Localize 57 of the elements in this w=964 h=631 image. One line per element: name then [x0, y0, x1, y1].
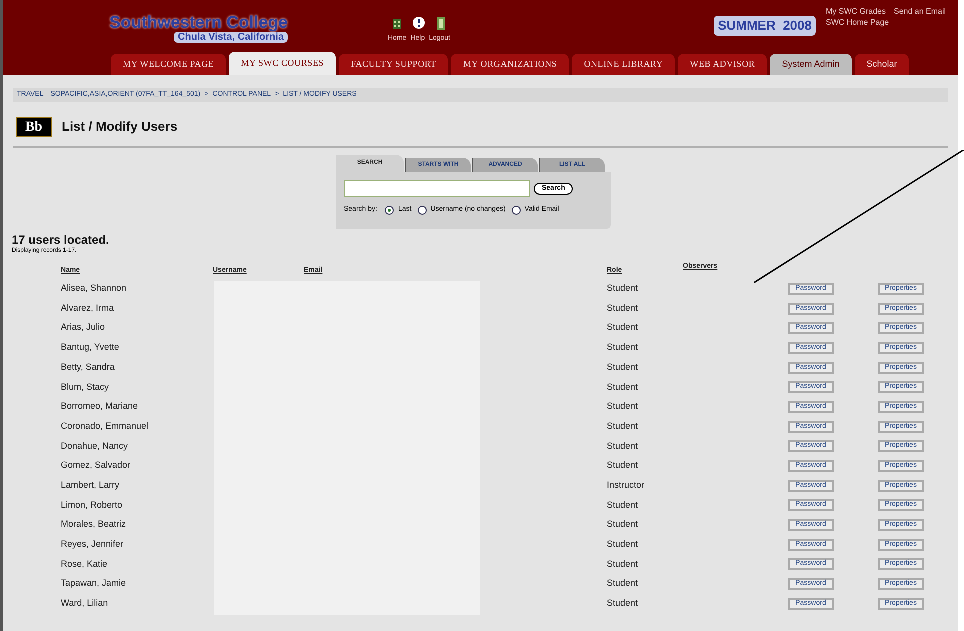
nav-tab[interactable]: Scholar: [854, 54, 910, 75]
table-cell-text: Rose, Katie: [61, 558, 109, 571]
table-cell-text: Morales, Beatriz: [61, 518, 128, 532]
nav-tab[interactable]: MY SWC COURSES: [229, 52, 336, 75]
table-cell-text: Arias, Julio: [61, 321, 106, 334]
nav-tab[interactable]: MY WELCOME PAGE: [111, 54, 226, 75]
table-cell-text: Ward, Lilian: [61, 597, 110, 610]
nav-tab[interactable]: FACULTY SUPPORT: [339, 54, 448, 75]
table-cell-text: Borromeo, Mariane: [61, 400, 140, 414]
table-cell-text: Gomez, Salvador: [61, 459, 132, 472]
table-cell-text: Student: [607, 400, 640, 414]
table-cell-text: Student: [607, 341, 640, 354]
table-cell-text: Lambert, Larry: [61, 478, 121, 492]
page-title: List / Modify Users: [62, 118, 178, 136]
table-cell-text: Betty, Sandra: [61, 360, 116, 374]
table-cell-text: Student: [607, 321, 640, 334]
table-cell-text: Reyes, Jennifer: [61, 538, 125, 552]
table-cell-text: Donahue, Nancy: [61, 440, 130, 453]
table-cell-text: Limon, Roberto: [61, 498, 124, 512]
nav-tab[interactable]: MY ORGANIZATIONS: [451, 54, 570, 75]
term-label: SUMMER 2008: [714, 16, 816, 36]
radio-button[interactable]: [512, 206, 521, 215]
table-cell-text: Alisea, Shannon: [61, 282, 128, 296]
table-cell-text: Student: [607, 518, 640, 532]
help-icon[interactable]: [413, 17, 426, 29]
college-location: Chula Vista, California: [174, 32, 288, 43]
radio-button[interactable]: [418, 206, 427, 215]
table-cell-text: Student: [607, 282, 640, 296]
table-cell-text: Student: [607, 538, 640, 552]
header-link[interactable]: Send an Email: [894, 6, 946, 17]
nav-tab[interactable]: WEB ADVISOR: [678, 54, 768, 75]
table-cell-text: Alvarez, Irma: [61, 302, 116, 315]
table-cell-text: Tapawan, Jamie: [61, 577, 128, 590]
table-cell-text: Student: [607, 459, 640, 472]
table-cell-text: Student: [607, 597, 640, 610]
table-cell-text: Student: [607, 577, 640, 590]
nav-tab[interactable]: System Admin: [770, 54, 852, 75]
blackboard-logo: Bb: [16, 117, 52, 137]
header-link[interactable]: My SWC Grades: [826, 6, 886, 17]
table-cell-text: Student: [607, 360, 640, 374]
table-cell-text: Student: [607, 302, 640, 315]
users-count: 17 users located.: [12, 234, 110, 247]
table-cell-text: Bantug, Yvette: [61, 341, 120, 354]
table-cell-text: Coronado, Emmanuel: [61, 420, 150, 433]
door-icon[interactable]: [436, 16, 446, 30]
table-cell-text: Student: [607, 380, 640, 394]
search-field[interactable]: [344, 180, 530, 197]
table-cell-text: Student: [607, 498, 640, 512]
table-cell-text: Student: [607, 440, 640, 453]
table-cell-text: Instructor: [607, 478, 646, 492]
building-icon[interactable]: [392, 17, 402, 29]
table-cell-text: Blum, Stacy: [61, 380, 110, 394]
header-link[interactable]: SWC Home Page: [826, 17, 890, 28]
radio-button[interactable]: [385, 206, 394, 215]
table-cell-text: Student: [607, 558, 640, 571]
nav-tab[interactable]: ONLINE LIBRARY: [572, 54, 676, 75]
table-cell-text: Student: [607, 420, 640, 433]
